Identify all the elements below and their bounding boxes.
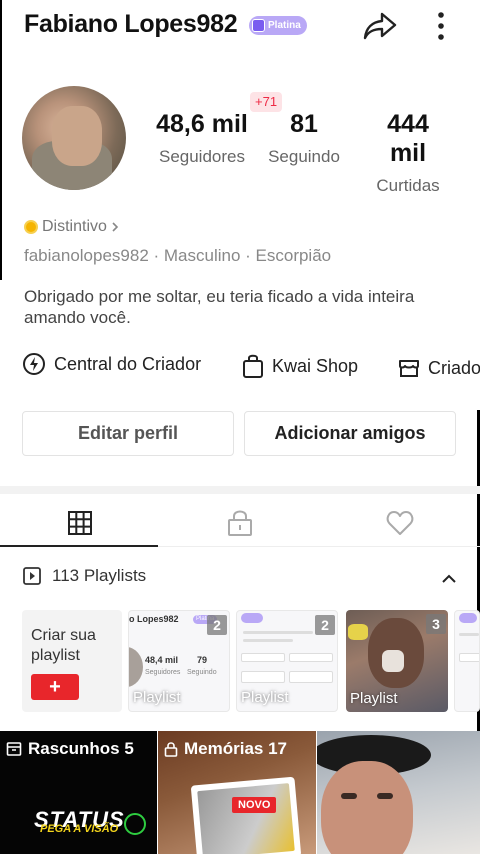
playlist-thumb-pill — [241, 671, 285, 683]
likes-count: 444 mil — [387, 110, 429, 167]
video-thumb-face — [321, 761, 413, 854]
playlist-card[interactable]: 2 Playlist — [236, 610, 338, 712]
shortcut-criado-label: Criado — [428, 357, 480, 378]
tab-liked[interactable] — [320, 498, 480, 548]
platina-badge[interactable]: Platina — [249, 16, 307, 35]
lock-small-icon — [164, 742, 178, 757]
playlist-thumb-stat2: 79 — [197, 655, 208, 665]
likes-label: Curtidas — [376, 176, 440, 195]
drafts-label-group: Rascunhos 5 — [6, 739, 134, 759]
profile-username: Fabiano Lopes982 — [24, 10, 238, 38]
likes-stat[interactable]: 444 mil Curtidas — [366, 110, 450, 196]
shortcut-criado[interactable]: Criado — [398, 354, 480, 382]
video-thumb-eye — [341, 793, 357, 799]
playlist-thumb-pill — [289, 653, 333, 662]
memories-label: Memórias 17 — [184, 739, 287, 758]
lightning-icon — [23, 353, 45, 375]
shortcut-creator-center[interactable]: Central do Criador — [22, 350, 201, 378]
whatsapp-icon — [124, 813, 146, 835]
playlist-thumb-lbl2: Seguindo — [187, 669, 217, 676]
grid-icon — [68, 511, 92, 535]
playlist-thumb-lbl1: Seguidores — [145, 669, 181, 676]
share-button[interactable] — [362, 8, 398, 44]
playlist-thumb-badge-shape — [241, 613, 263, 623]
memories-thumbnail — [190, 776, 302, 854]
playlist-card[interactable]: o Lopes982 Platina 48,4 mil 79 Seguidore… — [128, 610, 230, 712]
playlist-thumb-avatar — [129, 647, 143, 687]
playlist-icon — [23, 567, 41, 585]
create-playlist-card[interactable]: Criar sua playlist + — [22, 610, 122, 712]
followers-stat[interactable]: 48,6 mil Seguidores — [150, 110, 254, 167]
profile-header: Fabiano Lopes982 Platina — [0, 0, 480, 56]
playlist-thumb-pill — [241, 653, 285, 662]
playlists-title: 113 Playlists — [52, 566, 147, 585]
playlists-header[interactable]: 113 Playlists — [22, 566, 146, 586]
share-arrow-icon — [363, 12, 397, 40]
avatar-shape-face — [52, 106, 102, 166]
memories-cell[interactable]: Memórias 17 — [158, 731, 316, 854]
drafts-cell[interactable]: Rascunhos 5 STATUS PEGA A VISÃO — [0, 731, 157, 854]
store-icon — [399, 360, 419, 377]
avatar[interactable] — [22, 86, 126, 190]
playlist-card[interactable]: 3 Playlist — [346, 610, 448, 712]
add-friends-button[interactable]: Adicionar amigos — [244, 411, 456, 456]
playlist-card-partial[interactable] — [454, 610, 480, 712]
distintivo-label: Distintivo — [42, 218, 107, 235]
gem-icon — [252, 19, 265, 32]
lock-icon — [228, 510, 252, 536]
section-divider — [0, 486, 480, 494]
playlist-label: Playlist — [133, 689, 181, 706]
drafts-box-icon — [6, 742, 22, 756]
more-vertical-icon — [438, 12, 444, 40]
playlist-thumb-accent — [348, 624, 368, 640]
drafts-label: Rascunhos 5 — [28, 739, 134, 758]
playlist-count-badge: 2 — [315, 615, 335, 635]
coin-icon — [24, 220, 38, 234]
shopping-bag-icon — [243, 354, 263, 378]
edit-profile-button[interactable]: Editar perfil — [22, 411, 234, 456]
following-stat[interactable]: 81 Seguindo — [264, 110, 344, 167]
shortcut-creator-center-label: Central do Criador — [54, 353, 202, 374]
playlist-label: Playlist — [241, 689, 289, 706]
followers-label: Seguidores — [158, 147, 245, 166]
shortcut-kwai-shop[interactable]: Kwai Shop — [242, 352, 358, 380]
playlist-count-badge: 3 — [426, 614, 446, 634]
playlist-thumb-line — [243, 631, 313, 634]
create-playlist-label: Criar sua playlist — [31, 627, 96, 664]
chevron-right-icon — [112, 222, 119, 232]
shortcut-kwai-shop-label: Kwai Shop — [272, 355, 359, 376]
active-tab-indicator — [0, 545, 158, 547]
follower-notification-badge: +71 — [250, 92, 283, 112]
profile-bio: Obrigado por me soltar, eu teria ficado … — [24, 287, 415, 327]
playlist-thumb-pill — [289, 671, 333, 683]
playlist-thumb-mouth — [382, 650, 404, 672]
playlist-thumb-line — [243, 639, 293, 642]
playlist-thumb-pill — [459, 653, 479, 662]
novo-badge: NOVO — [232, 797, 277, 813]
tab-grid[interactable] — [0, 498, 160, 548]
chevron-up-icon — [442, 574, 456, 583]
playlist-count-badge: 2 — [207, 615, 227, 635]
video-cell[interactable] — [317, 731, 480, 854]
followers-count: 48,6 mil — [156, 110, 248, 138]
memories-thumbnail-image — [197, 783, 295, 854]
collapse-playlists-button[interactable] — [438, 568, 460, 590]
playlist-thumb-line — [459, 633, 479, 636]
following-count: 81 — [290, 110, 318, 138]
playlist-thumb-stat1: 48,4 mil — [145, 655, 179, 665]
platina-badge-label: Platina — [268, 20, 301, 31]
heart-icon — [386, 511, 414, 535]
following-label: Seguindo — [268, 147, 340, 166]
profile-meta: fabianolopes982 · Masculino · Escorpião — [24, 246, 332, 265]
playlist-thumb-badge-shape — [459, 613, 477, 623]
video-thumb-eye — [377, 793, 393, 799]
playlist-label: Playlist — [350, 690, 398, 707]
distintivo-link[interactable]: Distintivo — [24, 218, 119, 236]
status-logo-sub: PEGA A VISÃO — [40, 823, 119, 835]
tab-private[interactable] — [160, 498, 320, 548]
add-playlist-button[interactable]: + — [31, 674, 79, 700]
playlist-thumb-username: o Lopes982 — [129, 614, 179, 624]
more-options-button[interactable] — [428, 8, 454, 44]
memories-label-group: Memórias 17 — [164, 739, 287, 759]
